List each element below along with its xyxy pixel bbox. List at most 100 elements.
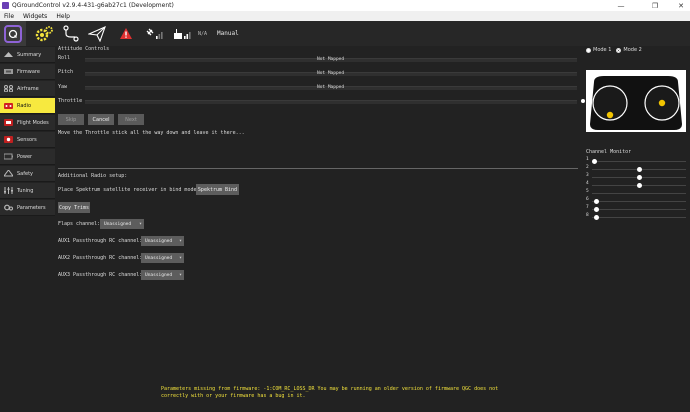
sidebar-item-radio[interactable]: Radio xyxy=(0,98,55,114)
section-divider xyxy=(58,168,578,169)
aux3-channel-label: AUX3 Passthrough RC channel: xyxy=(58,272,143,278)
sidebar-item-tuning[interactable]: Tuning xyxy=(0,183,55,199)
sidebar-item-label: Sensors xyxy=(17,136,37,143)
warning-line-2: correctly with or your firmware has a bu… xyxy=(161,393,306,399)
setup-button[interactable] xyxy=(32,21,56,46)
sidebar-item-power[interactable]: Power xyxy=(0,149,55,165)
waypoint-route-icon xyxy=(63,24,79,42)
gps-indicator[interactable] xyxy=(144,21,166,46)
mode2-label: Mode 2 xyxy=(623,47,642,53)
channel-row: 3 xyxy=(586,173,686,180)
qgc-logo-button[interactable] xyxy=(0,21,26,46)
aux1-channel-select[interactable]: Unassigned xyxy=(141,236,184,246)
message-indicator[interactable] xyxy=(116,21,136,46)
menu-widgets[interactable]: Widgets xyxy=(23,13,47,20)
rc-rssi-indicator[interactable] xyxy=(172,21,194,46)
maximize-icon[interactable]: ❐ xyxy=(646,0,664,11)
spektrum-bind-label: Place Spektrum satellite receiver in bin… xyxy=(58,187,200,193)
gear-icon xyxy=(35,25,53,41)
summary-icon xyxy=(4,51,13,58)
cancel-button[interactable]: Cancel xyxy=(88,114,114,125)
channel-row: 8 xyxy=(586,213,686,220)
transmitter-panel: Mode 1 Mode 2 Channel Monitor 1 2 3 4 5 … xyxy=(580,46,690,412)
channel-row: 1 xyxy=(586,157,686,164)
right-stick-dot xyxy=(658,99,666,107)
transmitter-icon xyxy=(590,76,682,130)
sidebar-item-label: Power xyxy=(17,153,33,160)
title-bar: QGroundControl v2.9.4-431-g6ab27c1 (Deve… xyxy=(0,0,690,11)
flaps-channel-select[interactable]: Unassigned xyxy=(100,219,144,229)
next-button[interactable]: Next xyxy=(118,114,144,125)
aux2-channel-label: AUX2 Passthrough RC channel: xyxy=(58,255,143,261)
app-logo-icon xyxy=(2,2,9,9)
satellite-icon xyxy=(146,28,163,39)
sidebar-item-flight-modes[interactable]: Flight Modes xyxy=(0,115,55,131)
sensors-icon xyxy=(4,136,13,143)
channel-row: 6 xyxy=(586,197,686,204)
setup-sidebar: Summary Firmware Airframe Radio Flight M… xyxy=(0,46,55,412)
flight-mode-indicator[interactable]: Manual xyxy=(217,30,239,37)
radio-transmitter-icon xyxy=(4,102,13,109)
battery-icon xyxy=(4,153,13,160)
aux2-channel-select[interactable]: Unassigned xyxy=(141,253,184,263)
sidebar-item-label: Safety xyxy=(17,170,33,177)
menu-help[interactable]: Help xyxy=(56,13,70,20)
mode2-radio[interactable] xyxy=(616,47,622,53)
flight-modes-icon xyxy=(4,119,13,126)
sidebar-item-parameters[interactable]: Parameters xyxy=(0,200,55,216)
sidebar-item-sensors[interactable]: Sensors xyxy=(0,132,55,148)
roll-mapping-text: Not Mapped xyxy=(317,57,345,62)
channel-indicator xyxy=(636,175,642,180)
sidebar-item-safety[interactable]: Safety xyxy=(0,166,55,182)
sidebar-item-airframe[interactable]: Airframe xyxy=(0,81,55,97)
pitch-mapping-text: Not Mapped xyxy=(317,71,345,76)
firmware-warning-message: Parameters missing from firmware: -1:COM… xyxy=(161,386,498,400)
channel-indicator xyxy=(593,215,599,220)
aux3-channel-select[interactable]: Unassigned xyxy=(141,270,184,280)
channel-indicator xyxy=(636,167,642,172)
plan-view-button[interactable] xyxy=(60,21,82,46)
skip-button[interactable]: Skip xyxy=(58,114,84,125)
pitch-label: Pitch xyxy=(58,69,74,75)
safety-icon xyxy=(4,170,13,177)
channel-row: 5 xyxy=(586,189,686,196)
window-title: QGroundControl v2.9.4-431-g6ab27c1 (Deve… xyxy=(12,2,174,9)
sidebar-item-firmware[interactable]: Firmware xyxy=(0,64,55,80)
mode1-label: Mode 1 xyxy=(593,47,612,53)
transmitter-diagram xyxy=(586,70,686,132)
sidebar-item-label: Summary xyxy=(17,51,42,58)
spektrum-bind-button[interactable]: Spektrum Bind xyxy=(196,184,239,195)
sidebar-item-label: Radio xyxy=(17,102,32,109)
qgc-logo-icon xyxy=(4,24,22,43)
radio-setup-panel: Attitude Controls Roll Not Mapped Pitch … xyxy=(55,46,585,412)
sidebar-item-label: Parameters xyxy=(17,204,46,211)
roll-label: Roll xyxy=(58,55,71,61)
paper-plane-icon xyxy=(88,25,106,42)
yaw-mapping-text: Not Mapped xyxy=(317,85,345,90)
additional-setup-title: Additional Radio setup: xyxy=(58,173,128,179)
throttle-channel-bar xyxy=(85,100,577,104)
left-stick-dot xyxy=(606,111,614,119)
tuning-icon xyxy=(4,187,13,194)
sidebar-item-label: Airframe xyxy=(17,85,39,92)
flaps-channel-label: Flaps channel: xyxy=(58,221,101,227)
sidebar-item-label: Firmware xyxy=(17,68,40,75)
app-window: QGroundControl v2.9.4-431-g6ab27c1 (Deve… xyxy=(0,0,690,412)
menu-file[interactable]: File xyxy=(4,13,14,20)
throttle-label: Throttle xyxy=(58,98,83,104)
copy-trims-button[interactable]: Copy Trims xyxy=(58,202,90,213)
mode1-radio[interactable] xyxy=(586,47,591,53)
fly-view-button[interactable] xyxy=(86,21,108,46)
close-icon[interactable]: ✕ xyxy=(672,0,690,11)
channel-row: 2 xyxy=(586,165,686,172)
main-toolbar: N/A Manual xyxy=(0,21,690,46)
sidebar-item-label: Flight Modes xyxy=(17,119,49,126)
rc-transmitter-icon xyxy=(174,28,191,39)
menu-bar: File Widgets Help xyxy=(0,11,690,21)
channel-row: 4 xyxy=(586,181,686,188)
sidebar-item-summary[interactable]: Summary xyxy=(0,47,55,63)
gps-status-text: N/A xyxy=(198,30,208,37)
minimize-icon[interactable]: — xyxy=(612,0,630,11)
airframe-icon xyxy=(4,85,13,92)
channel-row: 7 xyxy=(586,205,686,212)
